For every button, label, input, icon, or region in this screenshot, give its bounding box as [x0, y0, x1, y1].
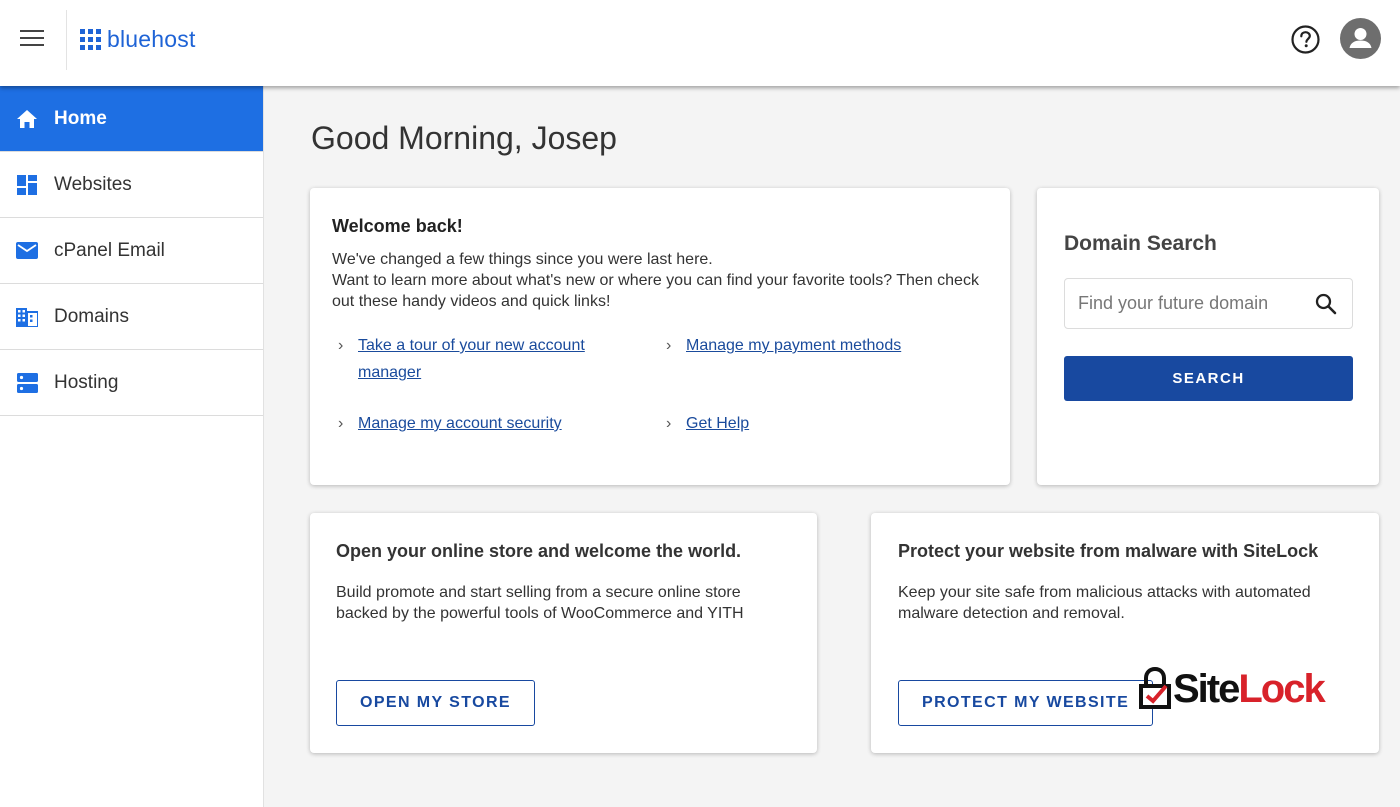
chevron-right-icon: ›: [338, 337, 344, 354]
help-icon[interactable]: [1290, 24, 1321, 55]
search-icon[interactable]: [1314, 292, 1338, 316]
quick-link-tour: › Take a tour of your new account manage…: [332, 332, 632, 386]
sidebar-item-label: Websites: [54, 173, 132, 195]
store-card-text: Build promote and start selling from a s…: [336, 584, 744, 622]
get-help-link[interactable]: Get Help: [686, 410, 749, 437]
page-title: Good Morning, Josep: [311, 120, 617, 156]
domain-search-card: Domain Search SEARCH: [1037, 188, 1379, 485]
logo-grid-icon: [80, 29, 101, 50]
chevron-right-icon: ›: [338, 415, 344, 432]
domain-search-field: [1064, 278, 1353, 329]
tour-link[interactable]: Take a tour of your new account manager: [358, 332, 608, 386]
chevron-right-icon: ›: [666, 337, 672, 354]
welcome-line-2: Want to learn more about what's new or w…: [332, 272, 979, 310]
chevron-right-icon: ›: [666, 415, 672, 432]
domains-icon: [16, 306, 38, 328]
dashboard-icon: [16, 174, 38, 196]
sidebar-item-label: Domains: [54, 305, 129, 327]
quick-links: › Take a tour of your new account manage…: [332, 332, 988, 472]
welcome-line-1: We've changed a few things since you wer…: [332, 251, 713, 268]
top-bar: bluehost: [0, 0, 1400, 86]
logo-text: bluehost: [107, 26, 196, 52]
sidebar-item-websites[interactable]: Websites: [0, 152, 263, 218]
sidebar: Home Websites cPanel Email Domains Hosti…: [0, 86, 264, 807]
welcome-title: Welcome back!: [332, 216, 463, 236]
quick-link-help: › Get Help: [660, 410, 749, 437]
sidebar-item-label: cPanel Email: [54, 239, 165, 261]
store-card-title: Open your online store and welcome the w…: [336, 541, 742, 561]
server-icon: [16, 372, 38, 394]
mail-icon: [16, 240, 38, 262]
domain-search-input[interactable]: [1065, 279, 1305, 328]
sitelock-card-title: Protect your website from malware with S…: [898, 541, 1319, 561]
welcome-card: Welcome back! We've changed a few things…: [310, 188, 1010, 485]
sidebar-item-label: Home: [54, 107, 107, 129]
protect-my-website-button[interactable]: PROTECT MY WEBSITE: [898, 680, 1154, 726]
quick-link-payment: › Manage my payment methods: [660, 332, 901, 359]
home-icon: [16, 108, 38, 130]
sidebar-item-cpanel-email[interactable]: cPanel Email: [0, 218, 263, 284]
search-button[interactable]: SEARCH: [1064, 356, 1353, 401]
payment-methods-link[interactable]: Manage my payment methods: [686, 332, 901, 359]
sitelock-card: Protect your website from malware with S…: [871, 513, 1379, 753]
domain-search-title: Domain Search: [1064, 232, 1217, 255]
online-store-card: Open your online store and welcome the w…: [310, 513, 817, 753]
sitelock-wordmark: SiteLock: [1173, 667, 1326, 711]
quick-link-security: › Manage my account security: [332, 410, 562, 437]
sidebar-item-label: Hosting: [54, 371, 119, 393]
avatar[interactable]: [1340, 18, 1381, 59]
sitelock-card-text: Keep your site safe from malicious attac…: [898, 584, 1311, 622]
bluehost-logo[interactable]: bluehost: [80, 26, 196, 53]
header-divider: [66, 10, 67, 70]
sidebar-item-domains[interactable]: Domains: [0, 284, 263, 350]
sitelock-logo: SiteLock: [1137, 667, 1326, 711]
sidebar-item-hosting[interactable]: Hosting: [0, 350, 263, 416]
open-my-store-button[interactable]: OPEN MY STORE: [336, 680, 535, 726]
sidebar-item-home[interactable]: Home: [0, 86, 263, 152]
account-security-link[interactable]: Manage my account security: [358, 410, 562, 437]
padlock-check-icon: [1139, 667, 1171, 709]
menu-icon[interactable]: [20, 30, 44, 48]
